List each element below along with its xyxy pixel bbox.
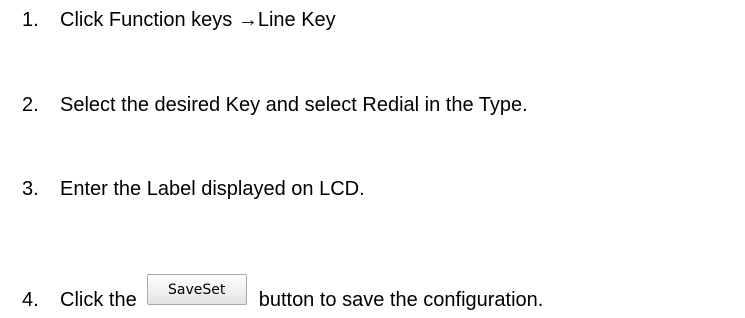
step-number: 2.	[22, 94, 39, 116]
saveset-button[interactable]: SaveSet	[146, 274, 247, 305]
step-text: Click Function keys →Line Key	[60, 9, 336, 31]
step-4: 4. Click the SaveSet button to save the …	[22, 274, 544, 315]
step-text-after: button to save the configuration.	[258, 288, 544, 311]
step-1: 1. Click Function keys →Line Key	[22, 8, 336, 32]
step-text-before: Click the	[60, 288, 137, 311]
step-number: 3.	[22, 178, 39, 200]
step-2: 2. Select the desired Key and select Red…	[22, 93, 528, 117]
instruction-steps: 1. Click Function keys →Line Key 2. Sele…	[0, 0, 745, 318]
step-number: 1.	[22, 9, 39, 31]
step-number: 4.	[22, 288, 39, 311]
step-text: Enter the Label displayed on LCD.	[60, 178, 365, 200]
step-3: 3. Enter the Label displayed on LCD.	[22, 177, 365, 201]
step-text: Select the desired Key and select Redial…	[60, 94, 528, 116]
